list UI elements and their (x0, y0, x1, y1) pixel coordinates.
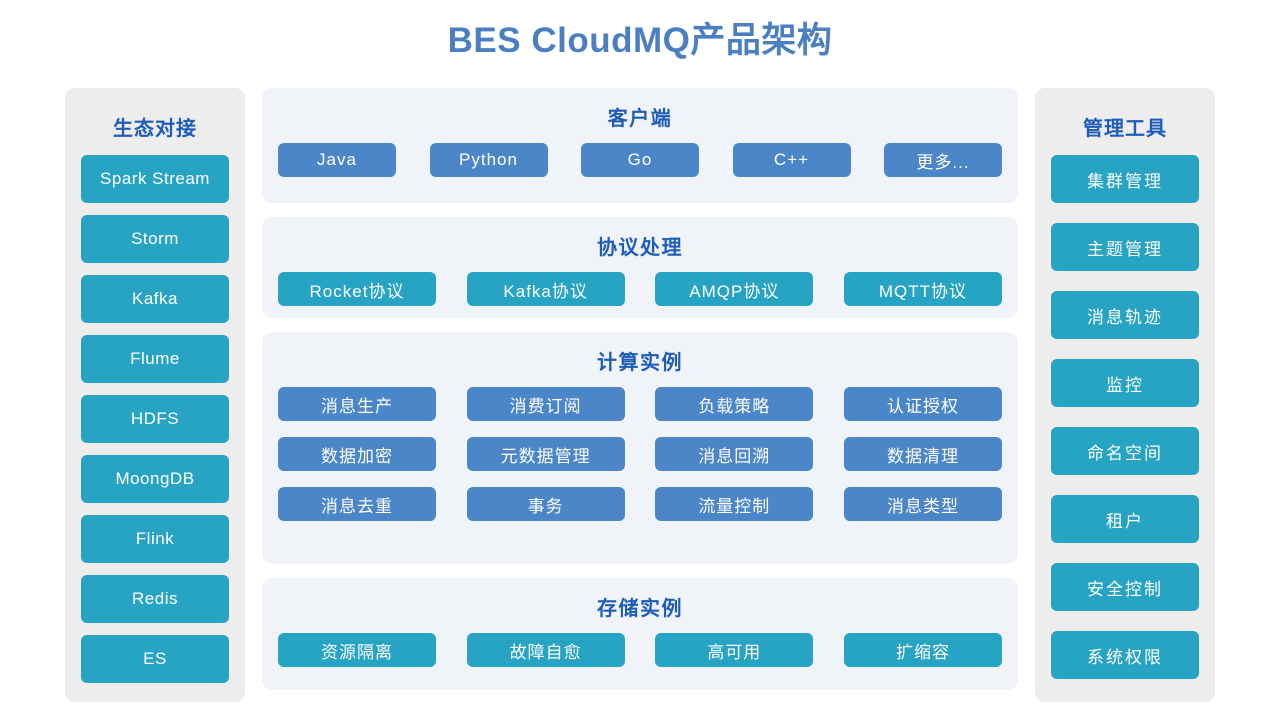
management-tool-item-8[interactable]: 系统权限 (1051, 631, 1199, 679)
management-tool-item-4[interactable]: 监控 (1051, 359, 1199, 407)
management-tools-panel: 管理工具 集群管理主题管理消息轨迹监控命名空间租户安全控制系统权限 (1035, 88, 1215, 702)
ecosystem-item-7[interactable]: Flink (81, 515, 229, 563)
chip-client-1-1[interactable]: Java (278, 143, 396, 177)
management-tools-item-list: 集群管理主题管理消息轨迹监控命名空间租户安全控制系统权限 (1051, 155, 1199, 679)
chip-compute-1-4[interactable]: 认证授权 (843, 387, 1002, 421)
chip-protocol-1-1[interactable]: Rocket协议 (278, 272, 436, 306)
chip-compute-3-1[interactable]: 消息去重 (278, 487, 436, 521)
ecosystem-item-list: Spark Stream Storm Kafka Flume HDFS MoongDB Fl… (81, 155, 229, 683)
chip-storage-1-1[interactable]: 资源隔离 (278, 633, 436, 667)
ecosystem-item-6[interactable]: MoongDB (81, 455, 229, 503)
architecture-diagram: 生态对接 Spark Stream Storm Kafka Flume HDFS Moon… (65, 88, 1215, 702)
chip-protocol-1-4[interactable]: MQTT协议 (843, 272, 1002, 306)
section-protocol-row: Rocket协议 Kafka协议 AMQP协议 MQTT协议 (278, 272, 1002, 306)
section-protocol-title: 协议处理 (597, 237, 683, 259)
management-tool-item-6[interactable]: 租户 (1051, 495, 1199, 543)
ecosystem-item-9[interactable]: ES (81, 635, 229, 683)
chip-compute-3-2[interactable]: 事务 (466, 487, 625, 521)
chip-compute-2-3[interactable]: 消息回溯 (655, 437, 814, 471)
ecosystem-item-4[interactable]: Flume (81, 335, 229, 383)
chip-storage-1-4[interactable]: 扩缩容 (843, 633, 1002, 667)
section-client: 客户端 Java Python Go C++ 更多... (262, 88, 1018, 203)
management-tool-item-2[interactable]: 主题管理 (1051, 223, 1199, 271)
section-storage-title: 存储实例 (597, 598, 683, 620)
section-compute: 计算实例 消息生产 消费订阅 负载策略 认证授权 数据加密 元数据管理 消息回溯 数据清理 消息去… (262, 332, 1018, 564)
management-tool-item-3[interactable]: 消息轨迹 (1051, 291, 1199, 339)
ecosystem-item-1[interactable]: Spark Stream (81, 155, 229, 203)
ecosystem-item-5[interactable]: HDFS (81, 395, 229, 443)
chip-compute-2-1[interactable]: 数据加密 (278, 437, 436, 471)
section-storage: 存储实例资源隔离 故障自愈 高可用 扩缩容 (262, 578, 1018, 690)
core-sections: 客户端 Java Python Go C++ 更多... 协议处理 Rocket协议 Kafka… (262, 88, 1018, 702)
section-compute-title: 计算实例 (597, 352, 683, 374)
chip-compute-1-3[interactable]: 负载策略 (655, 387, 814, 421)
chip-client-1-3[interactable]: Go (581, 143, 699, 177)
chip-compute-3-3[interactable]: 流量控制 (655, 487, 814, 521)
ecosystem-panel-title: 生态对接 (113, 118, 197, 140)
chip-storage-1-2[interactable]: 故障自愈 (466, 633, 625, 667)
management-tool-item-5[interactable]: 命名空间 (1051, 427, 1199, 475)
section-compute-row: 消息去重 事务 流量控制 消息类型 (278, 487, 1002, 521)
ecosystem-panel: 生态对接 Spark Stream Storm Kafka Flume HDFS Moon… (65, 88, 245, 702)
ecosystem-item-3[interactable]: Kafka (81, 275, 229, 323)
chip-protocol-1-2[interactable]: Kafka协议 (466, 272, 625, 306)
chip-client-1-5[interactable]: 更多... (884, 143, 1002, 177)
management-tool-item-1[interactable]: 集群管理 (1051, 155, 1199, 203)
chip-storage-1-3[interactable]: 高可用 (655, 633, 814, 667)
management-tools-panel-title: 管理工具 (1083, 118, 1167, 140)
section-compute-row: 数据加密 元数据管理 消息回溯 数据清理 (278, 437, 1002, 471)
section-compute-row: 消息生产 消费订阅 负载策略 认证授权 (278, 387, 1002, 421)
section-protocol: 协议处理 Rocket协议 Kafka协议 AMQP协议 MQTT协议 (262, 217, 1018, 318)
chip-client-1-2[interactable]: Python (429, 143, 548, 177)
management-tool-item-7[interactable]: 安全控制 (1051, 563, 1199, 611)
chip-compute-1-1[interactable]: 消息生产 (278, 387, 436, 421)
chip-protocol-1-3[interactable]: AMQP协议 (655, 272, 814, 306)
chip-compute-2-2[interactable]: 元数据管理 (466, 437, 625, 471)
chip-compute-1-2[interactable]: 消费订阅 (466, 387, 625, 421)
chip-compute-2-4[interactable]: 数据清理 (843, 437, 1002, 471)
page-title: BES CloudMQ产品架构 (447, 21, 833, 60)
chip-client-1-4[interactable]: C++ (732, 143, 851, 177)
section-client-row: Java Python Go C++ 更多... (278, 143, 1002, 177)
chip-compute-3-4[interactable]: 消息类型 (843, 487, 1002, 521)
section-storage-row: 资源隔离 故障自愈 高可用 扩缩容 (278, 633, 1002, 667)
section-client-title: 客户端 (607, 108, 673, 130)
ecosystem-item-2[interactable]: Storm (81, 215, 229, 263)
ecosystem-item-8[interactable]: Redis (81, 575, 229, 623)
